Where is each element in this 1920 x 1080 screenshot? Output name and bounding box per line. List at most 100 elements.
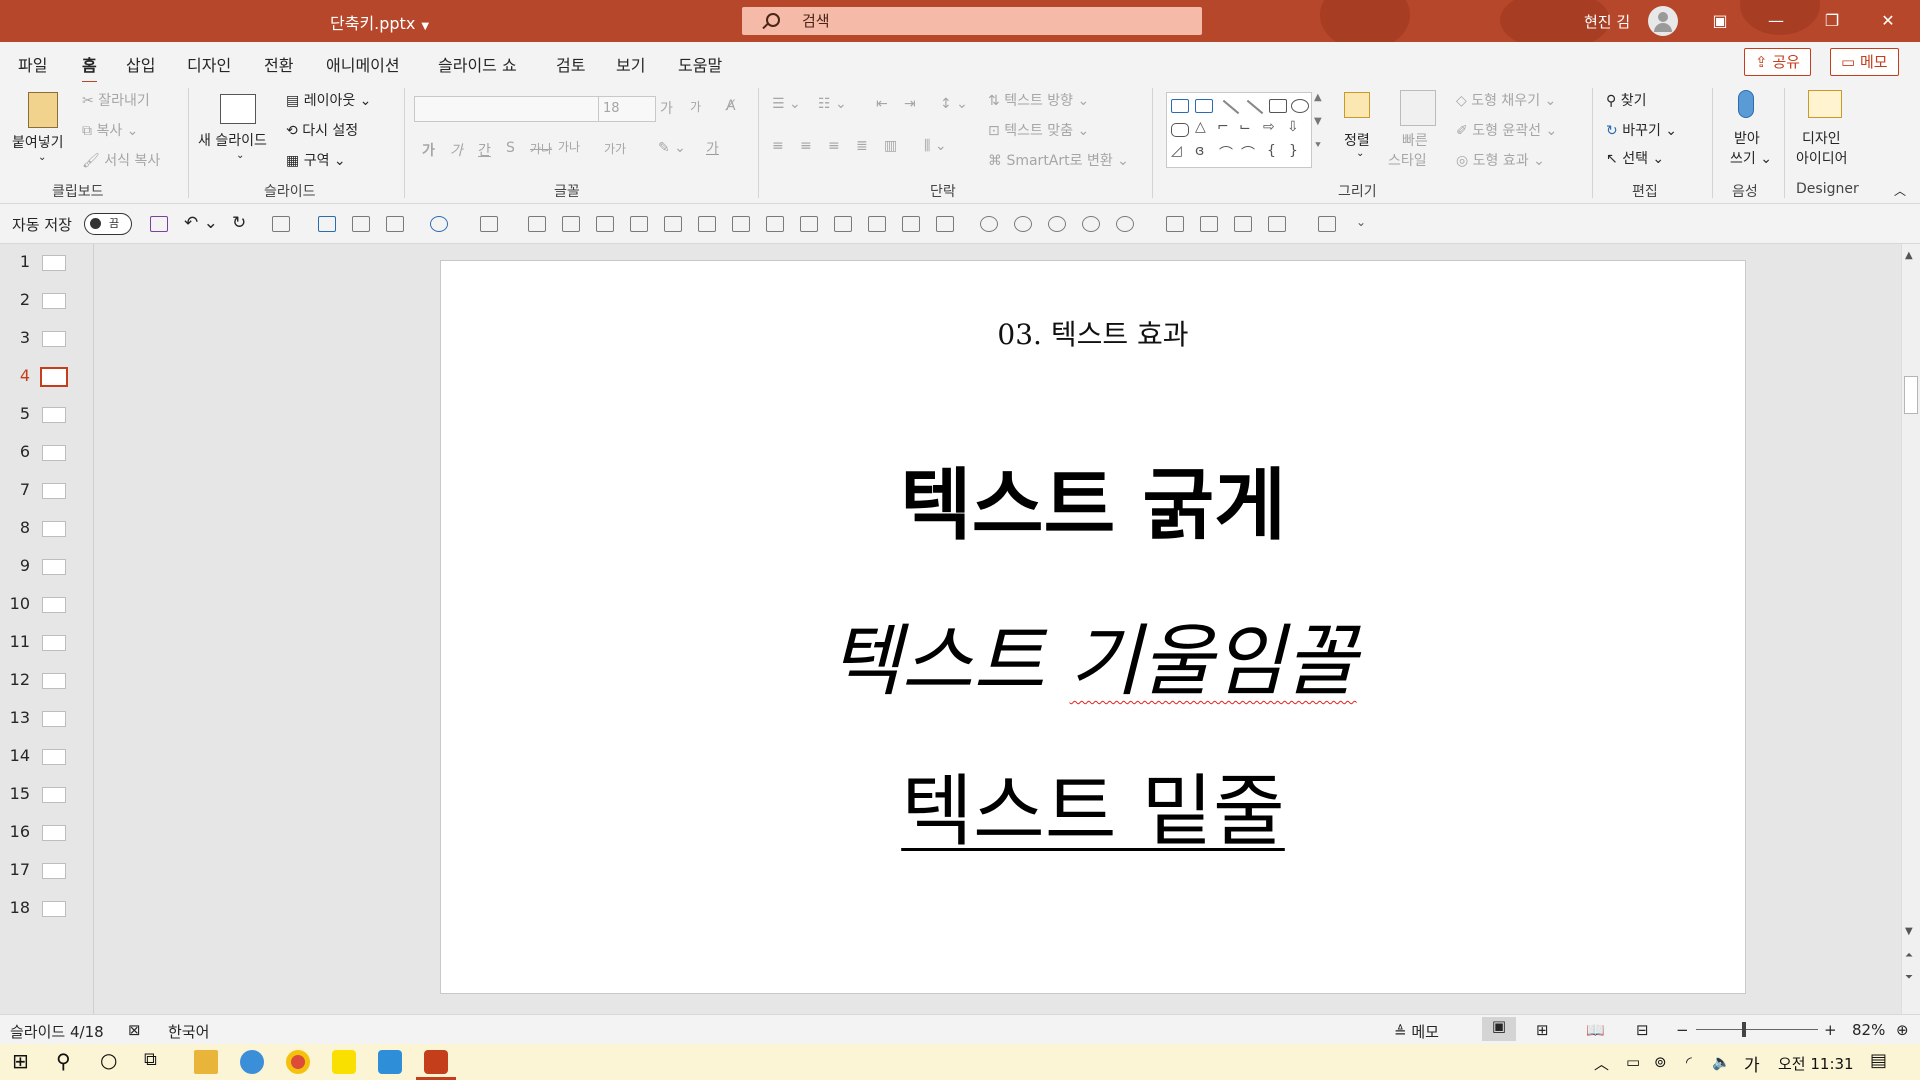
flowchart-shape-icon[interactable]: ◿ xyxy=(1171,143,1182,159)
quick-tool-icon[interactable] xyxy=(630,216,648,232)
quick-tool-icon[interactable] xyxy=(1048,216,1066,232)
vertical-textbox-shape-icon[interactable] xyxy=(1195,99,1213,113)
clock[interactable]: 오전 11:31 xyxy=(1778,1053,1854,1074)
reset-button[interactable]: ⟲ 다시 설정 xyxy=(286,120,358,140)
quick-tool-icon[interactable] xyxy=(318,216,336,232)
format-painter-button[interactable]: 🖌 서식 복사 xyxy=(82,150,160,170)
kakaotalk-icon[interactable] xyxy=(332,1050,356,1074)
slide-thumbnail[interactable]: 17 xyxy=(0,852,94,890)
windows-start-icon[interactable]: ⊞ xyxy=(12,1049,29,1073)
align-right-icon[interactable]: ≡ xyxy=(828,138,840,154)
redo-icon[interactable]: ↻ xyxy=(232,213,246,233)
arrow-shape-icon[interactable] xyxy=(1246,99,1264,115)
shape-outline-button[interactable]: ✐ 도형 윤곽선 ⌄ xyxy=(1456,120,1557,140)
shapes-gallery[interactable]: △ ⌐ ⌙ ⇨ ⇩ ◿ ɞ ⌒ ⌒ { } xyxy=(1166,92,1312,168)
oval-shape-icon[interactable] xyxy=(1291,99,1309,113)
chevron-down-icon[interactable]: ⌄ xyxy=(1356,148,1364,159)
quick-tool-icon[interactable] xyxy=(386,216,404,232)
accessibility-icon[interactable]: ⊠ xyxy=(128,1021,141,1039)
scroll-up-icon[interactable]: ▲ xyxy=(1905,250,1913,261)
chevron-down-icon[interactable]: ⌄ xyxy=(38,152,46,163)
italic-button[interactable]: 가 xyxy=(450,140,463,160)
char-spacing-button[interactable]: 가나 xyxy=(558,138,580,155)
slide-thumbnail[interactable]: 7 xyxy=(0,472,94,510)
collapse-ribbon-icon[interactable]: ︿ xyxy=(1894,182,1906,199)
app-icon[interactable] xyxy=(378,1050,402,1074)
quick-tool-icon[interactable] xyxy=(868,216,886,232)
internet-explorer-icon[interactable] xyxy=(240,1050,264,1074)
right-arrow-shape-icon[interactable]: ⇨ xyxy=(1263,119,1275,135)
shape-effects-button[interactable]: ◎ 도형 효과 ⌄ xyxy=(1456,150,1545,170)
zoom-in-icon[interactable]: + xyxy=(1824,1021,1837,1039)
search-box[interactable]: 검색 xyxy=(742,7,1202,35)
connector-shape-icon[interactable]: ⌐ xyxy=(1217,119,1229,135)
highlight-icon[interactable]: ✎ ⌄ xyxy=(658,140,686,156)
tab-animations[interactable]: 애니메이션 xyxy=(326,52,400,76)
align-left-icon[interactable]: ≡ xyxy=(772,138,784,154)
slide-sorter-icon[interactable]: ⊞ xyxy=(1536,1021,1549,1039)
slide-thumbnail[interactable]: 13 xyxy=(0,700,94,738)
font-size-combo[interactable]: 18 xyxy=(598,96,656,122)
quick-tool-icon[interactable] xyxy=(528,216,546,232)
numbering-icon[interactable]: ☷ ⌄ xyxy=(818,96,847,112)
quick-tool-icon[interactable] xyxy=(1200,216,1218,232)
freeform-shape-icon[interactable]: ⌒ xyxy=(1241,143,1255,163)
find-button[interactable]: ⚲ 찾기 xyxy=(1606,90,1646,110)
dictate-button[interactable]: 받아 xyxy=(1734,128,1760,148)
quick-tool-icon[interactable] xyxy=(430,216,448,232)
font-color-button[interactable]: 가 xyxy=(706,138,719,158)
autosave-toggle[interactable]: 끔 xyxy=(84,213,132,235)
slide-thumbnail[interactable]: 12 xyxy=(0,662,94,700)
decrease-indent-icon[interactable]: ⇤ xyxy=(876,96,888,112)
slide-thumbnail[interactable]: 10 xyxy=(0,586,94,624)
quick-tool-icon[interactable] xyxy=(1082,216,1100,232)
slide-thumbnail[interactable]: 8 xyxy=(0,510,94,548)
arc-shape-icon[interactable]: ⌒ xyxy=(1219,143,1233,163)
quick-tool-icon[interactable] xyxy=(766,216,784,232)
slide-thumbnail[interactable]: 2 xyxy=(0,282,94,320)
quick-tool-icon[interactable] xyxy=(1268,216,1286,232)
previous-slide-icon[interactable]: ⏶ xyxy=(1905,950,1913,961)
scroll-down-icon[interactable]: ▼ xyxy=(1905,926,1913,937)
smartart-button[interactable]: ⌘ SmartArt로 변환 ⌄ xyxy=(988,150,1129,170)
search-icon[interactable]: ⚲ xyxy=(56,1049,71,1073)
tab-file[interactable]: 파일 xyxy=(18,52,47,76)
bullets-icon[interactable]: ☰ ⌄ xyxy=(772,96,801,112)
share-button[interactable]: ⇪ 공유 xyxy=(1744,48,1811,76)
section-button[interactable]: ▦ 구역 ⌄ xyxy=(286,150,346,170)
columns-icon[interactable]: ⫼ ⌄ xyxy=(924,138,947,154)
tab-home[interactable]: 홈 xyxy=(82,52,97,84)
tab-transitions[interactable]: 전환 xyxy=(264,52,293,76)
notes-button[interactable]: ≜ 메모 xyxy=(1394,1021,1439,1042)
quick-tool-icon[interactable] xyxy=(1014,216,1032,232)
volume-icon[interactable]: 🔈 xyxy=(1712,1053,1731,1071)
slide-thumbnail[interactable]: 11 xyxy=(0,624,94,662)
slide-thumbnail[interactable]: 5 xyxy=(0,396,94,434)
strikethrough-button[interactable]: 가나 xyxy=(530,140,552,157)
zoom-level[interactable]: 82% xyxy=(1852,1021,1885,1039)
shrink-font-button[interactable]: 가 xyxy=(690,98,701,115)
quick-tool-icon[interactable] xyxy=(1166,216,1184,232)
quick-tool-icon[interactable] xyxy=(562,216,580,232)
ribbon-display-options-icon[interactable]: ▣ xyxy=(1692,0,1748,42)
tab-help[interactable]: 도움말 xyxy=(678,52,722,76)
tab-insert[interactable]: 삽입 xyxy=(126,52,155,76)
paste-button[interactable]: 붙여넣기 xyxy=(12,132,64,152)
left-brace-icon[interactable]: { xyxy=(1267,143,1276,159)
minimize-button[interactable]: — xyxy=(1748,0,1804,42)
rounded-rect-shape-icon[interactable] xyxy=(1171,123,1189,137)
task-view-icon[interactable]: ⧉ xyxy=(144,1049,157,1070)
slideshow-view-icon[interactable]: ⊟ xyxy=(1636,1021,1649,1039)
quick-tool-icon[interactable] xyxy=(732,216,750,232)
quick-tool-icon[interactable] xyxy=(902,216,920,232)
quick-tool-icon[interactable] xyxy=(980,216,998,232)
line-shape-icon[interactable] xyxy=(1222,99,1240,115)
gallery-scroll-down-icon[interactable]: ▼ xyxy=(1314,116,1322,127)
slide-text-italic[interactable]: 텍스트 기울임꼴 xyxy=(441,623,1745,701)
layout-button[interactable]: ▤ 레이아웃 ⌄ xyxy=(286,90,371,110)
normal-view-icon[interactable]: ▣ xyxy=(1482,1017,1516,1041)
ime-indicator[interactable]: 가 xyxy=(1744,1051,1760,1076)
chrome-icon[interactable] xyxy=(286,1050,310,1074)
quick-tool-icon[interactable] xyxy=(1318,216,1336,232)
down-arrow-shape-icon[interactable]: ⇩ xyxy=(1287,119,1299,135)
